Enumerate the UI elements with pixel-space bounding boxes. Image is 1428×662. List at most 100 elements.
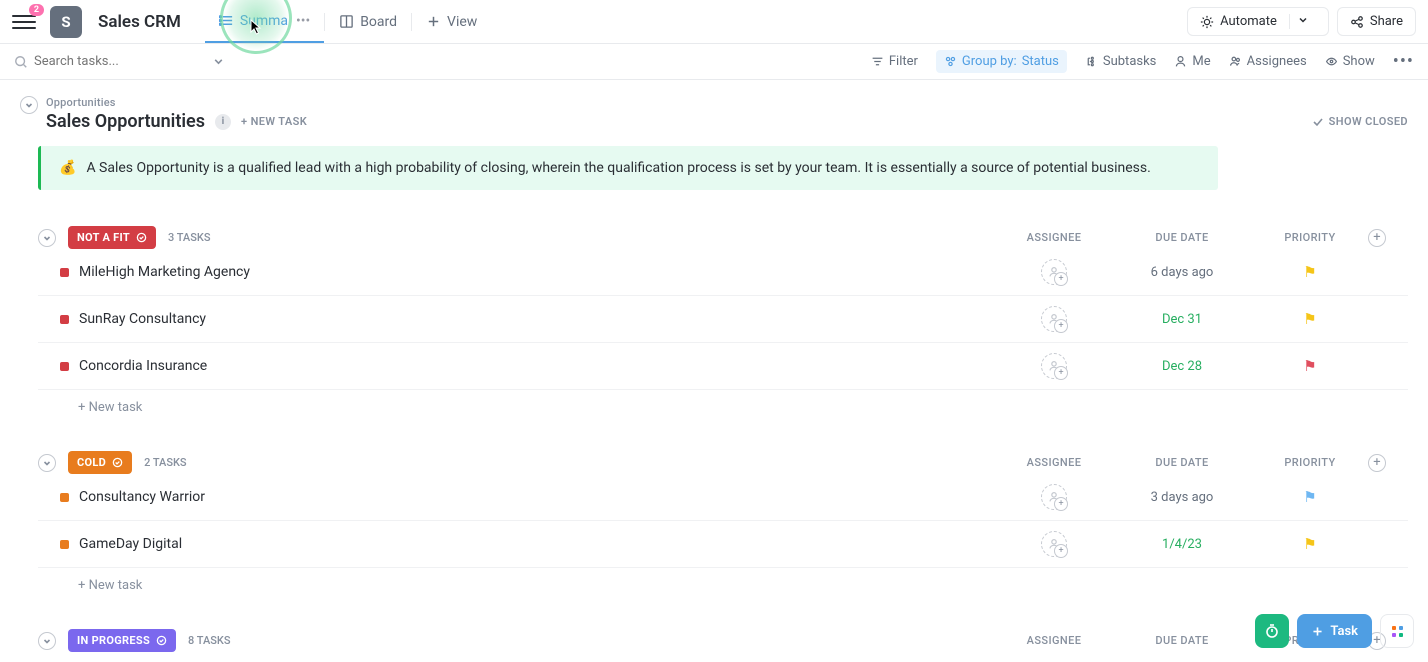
topbar: 2 S Sales CRM Summa ••• Board View Autom… xyxy=(0,0,1428,44)
apps-button[interactable] xyxy=(1380,614,1414,648)
task-row[interactable]: Consultancy Warrior 3 days ago ⚑ xyxy=(38,474,1408,521)
assignee-add-button[interactable] xyxy=(1041,484,1067,510)
description-note[interactable]: 💰 A Sales Opportunity is a qualified lea… xyxy=(38,146,1218,190)
list-title[interactable]: Sales Opportunities xyxy=(46,111,205,132)
collapse-group-button[interactable] xyxy=(38,632,56,650)
more-button[interactable]: ••• xyxy=(1393,51,1414,72)
task-row[interactable]: GameDay Digital 1/4/23 ⚑ xyxy=(38,521,1408,568)
groupby-button[interactable]: Group by: Status xyxy=(936,50,1067,73)
show-closed-button[interactable]: SHOW CLOSED xyxy=(1312,115,1408,128)
group-new-task-button[interactable]: + New task xyxy=(38,390,1408,415)
due-date-cell[interactable]: Dec 31 xyxy=(1112,312,1252,327)
status-dot-icon xyxy=(60,493,69,502)
filter-icon xyxy=(871,55,884,68)
chevron-down-icon[interactable] xyxy=(213,56,224,67)
plus-icon xyxy=(426,14,441,29)
assignee-add-button[interactable] xyxy=(1041,353,1067,379)
timer-button[interactable] xyxy=(1255,614,1289,648)
col-due-date: DUE DATE xyxy=(1112,231,1252,244)
status-pill[interactable]: COLD xyxy=(68,451,132,474)
automate-label: Automate xyxy=(1220,14,1277,29)
status-dot-icon xyxy=(60,315,69,324)
groupby-icon xyxy=(944,55,957,68)
assignee-add-button[interactable] xyxy=(1041,531,1067,557)
tab-list[interactable]: Summa ••• xyxy=(205,0,324,43)
priority-flag-icon[interactable]: ⚑ xyxy=(1260,488,1360,506)
share-button[interactable]: Share xyxy=(1337,7,1416,36)
add-column-button[interactable]: + xyxy=(1368,454,1386,472)
chevron-down-icon[interactable] xyxy=(1289,14,1316,29)
task-name[interactable]: MileHigh Marketing Agency xyxy=(79,264,250,280)
search-input[interactable] xyxy=(34,54,207,69)
footer-actions: Task xyxy=(1255,614,1414,648)
status-label: COLD xyxy=(77,456,106,469)
person-icon xyxy=(1174,55,1187,68)
tab-board-label: Board xyxy=(360,14,397,30)
money-bag-icon: 💰 xyxy=(59,160,76,176)
task-row[interactable]: Twilight Construction Nov 30 ⚑ xyxy=(38,652,1408,662)
apps-icon xyxy=(1392,626,1403,637)
menu-toggle-button[interactable]: 2 xyxy=(12,10,36,34)
breadcrumb: Opportunities xyxy=(46,96,1408,109)
space-title[interactable]: Sales CRM xyxy=(98,12,181,32)
collapse-group-button[interactable] xyxy=(38,229,56,247)
priority-flag-icon[interactable]: ⚑ xyxy=(1260,310,1360,328)
new-task-button[interactable]: + NEW TASK xyxy=(241,115,307,128)
new-task-fab[interactable]: Task xyxy=(1297,614,1372,648)
people-icon xyxy=(1229,55,1242,68)
subtasks-icon xyxy=(1085,55,1098,68)
tab-list-label: Summa xyxy=(240,13,288,29)
status-dot-icon xyxy=(60,540,69,549)
due-date-cell[interactable]: Dec 28 xyxy=(1112,359,1252,374)
due-date-cell[interactable]: 1/4/23 xyxy=(1112,537,1252,552)
note-text: A Sales Opportunity is a qualified lead … xyxy=(86,160,1150,176)
assignees-button[interactable]: Assignees xyxy=(1229,54,1307,69)
automate-button[interactable]: Automate xyxy=(1187,7,1329,36)
priority-flag-icon[interactable]: ⚑ xyxy=(1260,263,1360,281)
task-name[interactable]: Concordia Insurance xyxy=(79,358,207,374)
list-icon xyxy=(219,13,234,28)
priority-flag-icon[interactable]: ⚑ xyxy=(1260,357,1360,375)
check-circle-icon xyxy=(136,232,147,243)
show-button[interactable]: Show xyxy=(1325,54,1375,69)
assignee-add-button[interactable] xyxy=(1041,306,1067,332)
me-button[interactable]: Me xyxy=(1174,54,1210,69)
priority-flag-icon[interactable]: ⚑ xyxy=(1260,535,1360,553)
col-assignee: ASSIGNEE xyxy=(1004,456,1104,469)
status-pill[interactable]: NOT A FIT xyxy=(68,226,156,249)
status-label: NOT A FIT xyxy=(77,231,130,244)
filter-button[interactable]: Filter xyxy=(871,54,918,69)
group-new-task-button[interactable]: + New task xyxy=(38,568,1408,593)
col-due-date: DUE DATE xyxy=(1112,634,1252,647)
automate-icon xyxy=(1200,15,1214,29)
status-group: IN PROGRESS 8 TASKS ASSIGNEE DUE DATE PR… xyxy=(20,629,1408,662)
info-icon[interactable]: i xyxy=(215,114,231,130)
task-name[interactable]: GameDay Digital xyxy=(79,536,182,552)
collapse-group-button[interactable] xyxy=(38,454,56,472)
status-pill[interactable]: IN PROGRESS xyxy=(68,629,176,652)
task-name[interactable]: Consultancy Warrior xyxy=(79,489,205,505)
task-row[interactable]: MileHigh Marketing Agency 6 days ago ⚑ xyxy=(38,249,1408,296)
task-row[interactable]: SunRay Consultancy Dec 31 ⚑ xyxy=(38,296,1408,343)
share-icon xyxy=(1350,15,1364,29)
tab-more-icon[interactable]: ••• xyxy=(296,13,310,29)
collapse-list-button[interactable] xyxy=(20,96,38,114)
tab-board[interactable]: Board xyxy=(325,0,411,43)
subtasks-button[interactable]: Subtasks xyxy=(1085,54,1157,69)
share-label: Share xyxy=(1370,14,1403,29)
status-label: IN PROGRESS xyxy=(77,634,150,647)
board-icon xyxy=(339,14,354,29)
task-row[interactable]: Concordia Insurance Dec 28 ⚑ xyxy=(38,343,1408,390)
space-avatar[interactable]: S xyxy=(50,6,82,38)
add-column-button[interactable]: + xyxy=(1368,229,1386,247)
stopwatch-icon xyxy=(1264,623,1280,639)
status-dot-icon xyxy=(60,268,69,277)
task-name[interactable]: SunRay Consultancy xyxy=(79,311,206,327)
col-priority: PRIORITY xyxy=(1260,231,1360,244)
status-dot-icon xyxy=(60,362,69,371)
due-date-cell[interactable]: 6 days ago xyxy=(1112,265,1252,280)
due-date-cell[interactable]: 3 days ago xyxy=(1112,490,1252,505)
assignee-add-button[interactable] xyxy=(1041,259,1067,285)
add-view-button[interactable]: View xyxy=(412,0,491,43)
task-count: 8 TASKS xyxy=(188,634,231,647)
